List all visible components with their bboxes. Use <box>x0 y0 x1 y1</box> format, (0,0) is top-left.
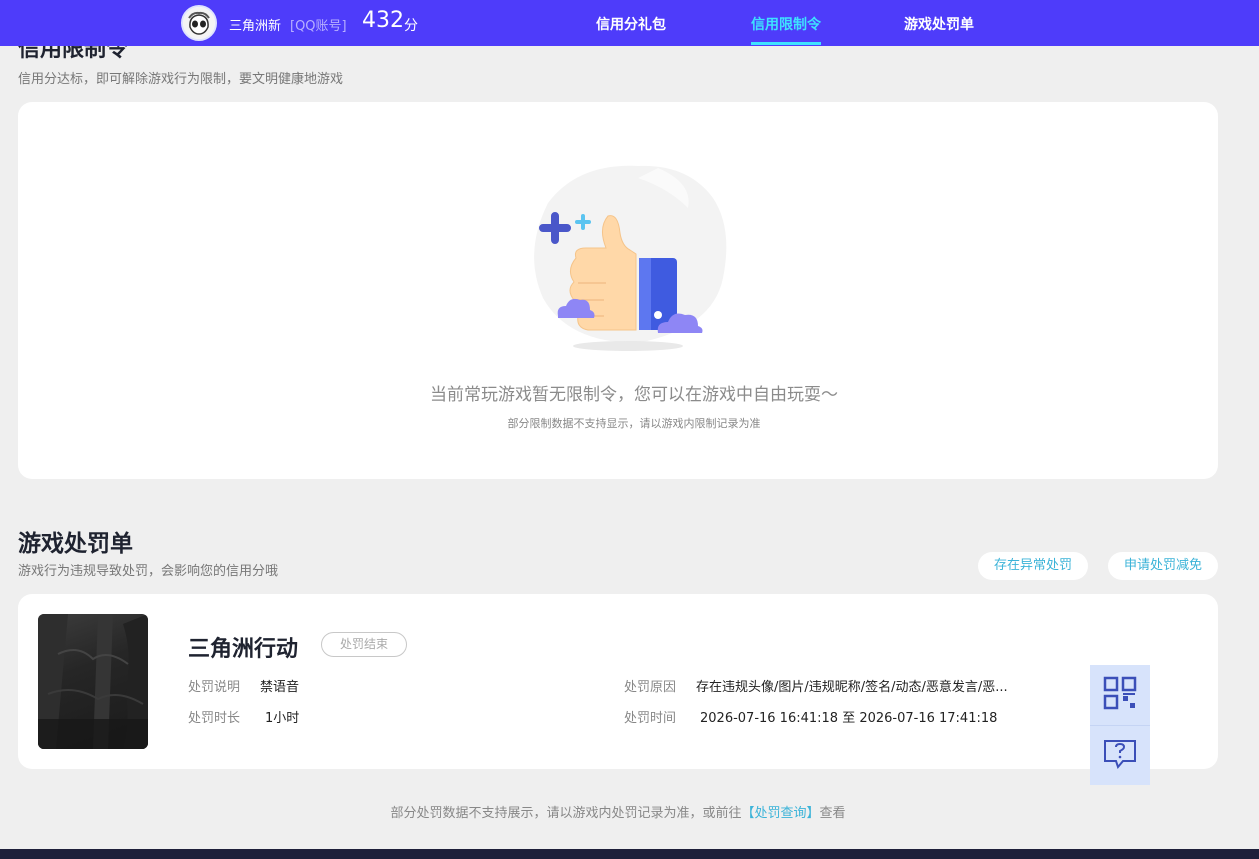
qr-code-icon <box>1103 676 1137 714</box>
avatar[interactable] <box>181 5 217 41</box>
penalty-duration-value: 1小时 <box>265 711 300 726</box>
active-tab-indicator <box>751 42 821 45</box>
penalty-reason-value: 存在违规头像/图片/违规昵称/签名/动态/恶意发言/恶... <box>696 680 1008 695</box>
penalty-time-value: 2026-07-16 16:41:18 至 2026-07-16 17:41:1… <box>700 711 998 726</box>
game-name: 三角洲行动 <box>188 637 299 662</box>
tab-credit-gift[interactable]: 信用分礼包 <box>596 14 666 34</box>
user-name: 三角洲新 <box>229 19 282 34</box>
feedback-icon <box>1103 738 1137 774</box>
footer-note-text: 部分处罚数据不支持展示，请以游戏内处罚记录为准，或前往 <box>390 806 742 821</box>
penalty-section-subtitle: 游戏行为违规导致处罚，会影响您的信用分哦 <box>18 564 279 579</box>
tab-credit-restriction[interactable]: 信用限制令 <box>751 14 821 34</box>
abnormal-penalty-button[interactable]: 存在异常处罚 <box>978 552 1088 580</box>
qr-code-button[interactable] <box>1090 665 1150 725</box>
tab-game-penalty[interactable]: 游戏处罚单 <box>904 14 974 34</box>
footer-note-tail: 查看 <box>819 806 846 821</box>
bottom-footer-bar <box>0 849 1259 859</box>
penalty-description-value: 禁语音 <box>260 680 300 695</box>
penalty-status-badge: 处罚结束 <box>321 632 407 657</box>
penalty-query-link[interactable]: 【处罚查询】 <box>741 806 819 821</box>
floating-side-tools <box>1090 665 1150 785</box>
penalty-footer-note: 部分处罚数据不支持展示，请以游戏内处罚记录为准，或前往【处罚查询】查看 <box>0 802 1236 821</box>
game-cover-image <box>38 614 148 749</box>
restriction-section-subtitle: 信用分达标，即可解除游戏行为限制，要文明健康地游戏 <box>18 72 344 87</box>
penalty-reason-label: 处罚原因 <box>624 680 677 695</box>
account-type: [QQ账号] <box>290 19 347 34</box>
empty-state-message: 当前常玩游戏暂无限制令，您可以在游戏中自由玩耍～ <box>430 385 838 405</box>
top-nav-bar: 三角洲新 [QQ账号] 432 分 信用分礼包 信用限制令 游戏处罚单 <box>0 0 1259 46</box>
score-unit: 分 <box>404 18 418 34</box>
empty-state-note: 部分限制数据不支持显示，请以游戏内限制记录为准 <box>507 417 761 430</box>
feedback-button[interactable] <box>1090 725 1150 785</box>
penalty-section-title: 游戏处罚单 <box>18 531 133 557</box>
credit-score: 432 <box>362 8 404 33</box>
penalty-description-label: 处罚说明 <box>188 680 241 695</box>
penalty-duration-label: 处罚时长 <box>188 711 241 726</box>
penalty-record-card: 三角洲行动 处罚结束 处罚说明 禁语音 处罚时长 1小时 处罚原因 存在违规头像… <box>18 594 1218 769</box>
penalty-time-label: 处罚时间 <box>624 711 677 726</box>
thumbs-up-illustration <box>518 158 748 358</box>
restriction-card: 当前常玩游戏暂无限制令，您可以在游戏中自由玩耍～ 部分限制数据不支持显示，请以游… <box>18 102 1218 479</box>
apply-reduction-button[interactable]: 申请处罚减免 <box>1108 552 1218 580</box>
